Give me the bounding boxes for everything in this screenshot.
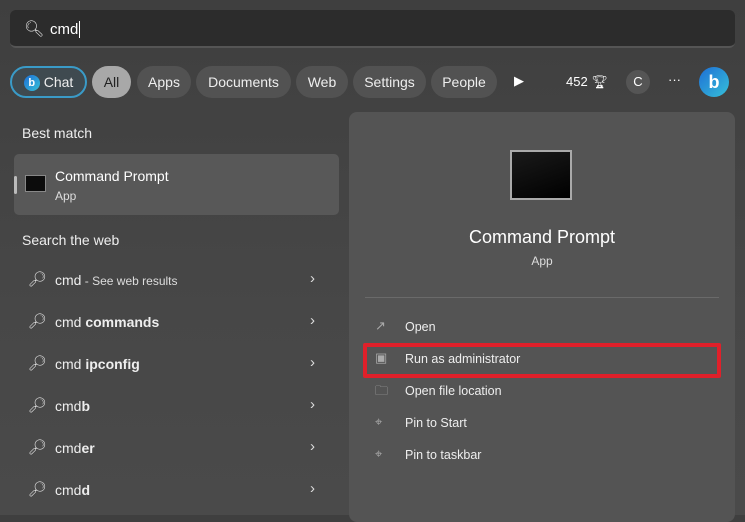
open-icon: ↗	[375, 318, 386, 333]
chevron-right-icon[interactable]: ›	[310, 438, 315, 455]
more-filters-play-icon[interactable]: ▶	[514, 73, 524, 89]
web-result-label: cmdb	[55, 398, 91, 414]
filter-people[interactable]: People	[431, 66, 497, 98]
action-label: Pin to Start	[405, 416, 467, 430]
web-result-label: cmder	[55, 440, 95, 456]
web-result-label: cmdd	[55, 482, 91, 498]
trophy-icon: 🏆︎	[591, 74, 608, 89]
selection-indicator	[14, 176, 17, 194]
web-result-item[interactable]: 🔍︎ cmd ipconfig ›	[14, 344, 339, 384]
web-result-item[interactable]: 🔍︎ cmder ›	[14, 428, 339, 468]
command-prompt-large-icon	[510, 150, 572, 200]
more-options-button[interactable]: ···	[668, 72, 681, 87]
search-icon: 🔍︎	[24, 21, 45, 38]
web-result-item[interactable]: 🔍︎ cmdb ›	[14, 386, 339, 426]
detail-subtitle: App	[531, 254, 553, 268]
pin-icon: ⌖	[375, 414, 383, 429]
search-icon: 🔍︎	[28, 481, 48, 498]
action-open[interactable]: ↗ Open	[363, 313, 719, 341]
search-box[interactable]: 🔍︎ cmd	[10, 10, 735, 48]
web-result-label: cmd ipconfig	[55, 356, 140, 372]
chat-label: Chat	[43, 74, 74, 90]
web-result-label: cmd - See web results	[55, 272, 178, 288]
bing-button[interactable]: b	[699, 67, 729, 97]
action-label: Open file location	[405, 384, 502, 398]
chevron-right-icon[interactable]: ›	[310, 396, 315, 413]
terminal-icon	[25, 175, 46, 192]
best-match-heading: Best match	[22, 125, 93, 141]
detail-panel: Command Prompt App ↗ Open ▣ Run as administ…	[349, 112, 735, 522]
action-open-file-location[interactable]: 🗀 Open file location	[363, 377, 719, 405]
chevron-right-icon[interactable]: ›	[310, 354, 315, 371]
filter-all[interactable]: All	[92, 66, 131, 98]
account-avatar[interactable]: C	[626, 70, 650, 94]
filter-apps[interactable]: Apps	[137, 66, 191, 98]
web-result-label: cmd commands	[55, 314, 160, 330]
search-icon: 🔍︎	[28, 313, 48, 330]
web-result-item[interactable]: 🔍︎ cmd - See web results ›	[14, 260, 339, 300]
chevron-right-icon[interactable]: ›	[310, 270, 315, 287]
action-pin-to-taskbar[interactable]: ⌖ Pin to taskbar	[363, 441, 719, 469]
chevron-right-icon[interactable]: ›	[310, 480, 315, 497]
highlight-box	[363, 343, 721, 378]
detail-title: Command Prompt	[468, 227, 616, 247]
bing-icon: b	[23, 75, 40, 92]
chat-button[interactable]: b Chat	[10, 66, 87, 98]
points-value: 452	[566, 74, 588, 89]
action-label: Open	[405, 320, 436, 334]
search-icon: 🔍︎	[28, 439, 48, 456]
pin-icon: ⌖	[375, 446, 383, 461]
folder-icon: 🗀	[375, 383, 389, 398]
best-match-item[interactable]: Command Prompt App	[14, 154, 339, 215]
filter-documents[interactable]: Documents	[196, 66, 291, 98]
search-web-heading: Search the web	[22, 232, 120, 248]
best-match-title: Command Prompt	[55, 168, 169, 184]
best-match-subtitle: App	[55, 189, 77, 203]
filter-web[interactable]: Web	[296, 66, 348, 98]
search-icon: 🔍︎	[28, 271, 48, 288]
divider	[365, 297, 719, 298]
action-label: Pin to taskbar	[405, 448, 482, 462]
search-icon: 🔍︎	[28, 355, 48, 372]
filter-settings[interactable]: Settings	[353, 66, 426, 98]
search-icon: 🔍︎	[28, 397, 48, 414]
web-result-item[interactable]: 🔍︎ cmdd ›	[14, 470, 339, 510]
search-input[interactable]: cmd	[50, 21, 81, 38]
chevron-right-icon[interactable]: ›	[310, 312, 315, 329]
web-result-item[interactable]: 🔍︎ cmd commands ›	[14, 302, 339, 342]
action-pin-to-start[interactable]: ⌖ Pin to Start	[363, 409, 719, 437]
rewards-points[interactable]: 452 🏆︎	[566, 74, 608, 90]
